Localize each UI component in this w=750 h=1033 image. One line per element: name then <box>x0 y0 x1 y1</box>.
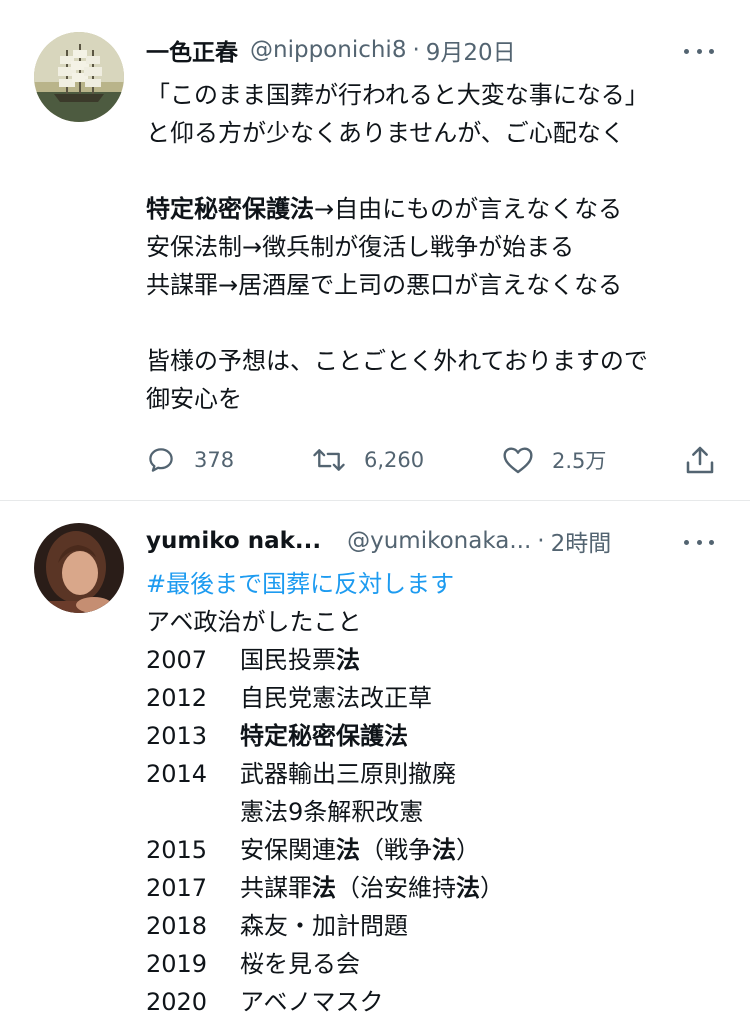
text-line: 2007 国民投票法 <box>146 641 504 679</box>
text-segment: 特定秘密保護法 <box>240 722 408 750</box>
avatar-ship[interactable] <box>34 32 124 122</box>
text-segment: 法 <box>432 836 456 864</box>
text-segment: 安保法制→徴兵制が復活し戦争が始まる <box>146 233 575 261</box>
tweet-1[interactable]: 一色正春 @nipponichi8 · 9月20日 「このまま国葬が行われると大… <box>0 0 750 500</box>
text-segment: アベノマスク <box>240 988 384 1016</box>
text-line: 2015 安保関連法（戦争法） <box>146 831 504 869</box>
reply-icon <box>149 448 173 472</box>
text-segment: 共謀罪→居酒屋で上司の悪口が言えなくなる <box>146 271 623 299</box>
text-segment: 憲法9条解釈改憲 <box>240 798 424 826</box>
text-line: 特定秘密保護法→自由にものが言えなくなる <box>146 190 649 228</box>
reply-button[interactable]: 378 <box>146 440 234 480</box>
share-icon <box>686 446 714 474</box>
text-line: と仰る方が少なくありませんが、ご心配なく <box>146 114 649 152</box>
text-segment: 特定秘密保護法 <box>146 195 314 223</box>
text-segment: 法 <box>312 874 336 902</box>
text-segment: 法 <box>456 874 480 902</box>
text-segment: 法 <box>336 836 360 864</box>
display-name[interactable]: yumiko nak... <box>146 528 321 554</box>
text-segment: 桜を見る会 <box>240 950 360 978</box>
text-segment: 御安心を <box>146 385 242 413</box>
text-line: 共謀罪→居酒屋で上司の悪口が言えなくなる <box>146 266 649 304</box>
ship-image <box>34 32 124 122</box>
retweet-count: 6,260 <box>364 448 425 472</box>
reply-count: 378 <box>194 448 235 472</box>
text-line: 2014 武器輸出三原則撤廃 <box>146 755 504 793</box>
more-options-icon[interactable] <box>684 36 714 66</box>
text-line <box>146 152 649 190</box>
like-button[interactable]: 2.5万 <box>502 440 606 480</box>
text-line: 「このまま国葬が行われると大変な事になる」 <box>146 76 649 114</box>
year-label: 2012 <box>146 684 208 712</box>
year-label: 2014 <box>146 760 208 788</box>
retweet-button[interactable]: 6,260 <box>312 440 424 480</box>
year-label: 2017 <box>146 874 208 902</box>
text-line: 2017 共謀罪法（治安維持法） <box>146 869 504 907</box>
text-segment: 森友・加計問題 <box>240 912 408 940</box>
text-segment: 「このまま国葬が行われると大変な事になる」 <box>146 81 649 109</box>
tweet-text: 「このまま国葬が行われると大変な事になる」 と仰る方が少なくありませんが、ご心配な… <box>146 76 649 418</box>
text-line: 2013 特定秘密保護法 <box>146 717 504 755</box>
text-line: 安保法制→徴兵制が復活し戦争が始まる <box>146 228 649 266</box>
text-line: 御安心を <box>146 380 649 418</box>
text-segment: アベ政治がしたこと <box>146 608 362 636</box>
year-label: 2018 <box>146 912 208 940</box>
user-handle[interactable]: @yumikonaka... <box>347 528 531 554</box>
year-label: 2015 <box>146 836 208 864</box>
text-line: 2012 自民党憲法改正草 <box>146 679 504 717</box>
text-segment: →自由にものが言えなくなる <box>314 195 623 223</box>
more-options-icon[interactable] <box>684 527 714 557</box>
text-line: #最後まで国葬に反対します <box>146 565 504 603</box>
profile-photo <box>34 523 124 613</box>
hashtag-link[interactable]: #最後まで国葬に反対します <box>146 570 454 598</box>
text-line <box>146 304 649 342</box>
tweet-header: 一色正春 @nipponichi8 · 9月20日 <box>146 30 516 70</box>
tweet-text: #最後まで国葬に反対します アベ政治がしたこと 2007 国民投票法 2012 自民党憲法… <box>146 565 504 1021</box>
timestamp[interactable]: 2時間 <box>551 524 612 558</box>
text-line: 2020 アベノマスク <box>146 983 504 1021</box>
retweet-icon <box>313 449 345 471</box>
text-segment: と仰る方が少なくありませんが、ご心配なく <box>146 119 625 147</box>
year-label: 2019 <box>146 950 208 978</box>
avatar-yumiko[interactable] <box>34 523 124 613</box>
text-segment: 自民党憲法改正草 <box>240 684 432 712</box>
display-name[interactable]: 一色正春 <box>146 33 238 67</box>
timestamp[interactable]: 9月20日 <box>426 33 516 67</box>
tweet-2[interactable]: yumiko nak... @yumikonaka... · 2時間 #最後まで… <box>0 501 750 1033</box>
text-segment: 皆様の予想は、ことごとく外れておりますので <box>146 347 648 375</box>
tweet-actions: 378 6,260 2.5万 <box>146 440 726 480</box>
text-segment: 国民投票 <box>240 646 336 674</box>
text-segment: （治安維持 <box>336 874 456 902</box>
year-label: 2007 <box>146 646 208 674</box>
text-segment: （戦争 <box>360 836 432 864</box>
year-label: 2020 <box>146 988 208 1016</box>
text-line: 憲法9条解釈改憲 <box>146 793 504 831</box>
text-line: 皆様の予想は、ことごとく外れておりますので <box>146 342 649 380</box>
text-line: 2018 森友・加計問題 <box>146 907 504 945</box>
separator-dot: · <box>537 528 545 554</box>
text-segment: ） <box>480 874 504 902</box>
separator-dot: · <box>412 37 420 63</box>
text-segment: 共謀罪 <box>240 874 312 902</box>
share-button[interactable] <box>684 440 734 480</box>
text-segment: 武器輸出三原則撤廃 <box>240 760 456 788</box>
text-line: アベ政治がしたこと <box>146 603 504 641</box>
year-label: 2013 <box>146 722 208 750</box>
heart-icon <box>503 447 533 474</box>
text-segment: 法 <box>336 646 360 674</box>
user-handle[interactable]: @nipponichi8 <box>250 37 406 63</box>
text-segment: 安保関連 <box>240 836 336 864</box>
tweet-header: yumiko nak... @yumikonaka... · 2時間 <box>146 521 611 561</box>
text-line: 2019 桜を見る会 <box>146 945 504 983</box>
like-count: 2.5万 <box>552 449 607 473</box>
text-segment: ） <box>456 836 480 864</box>
